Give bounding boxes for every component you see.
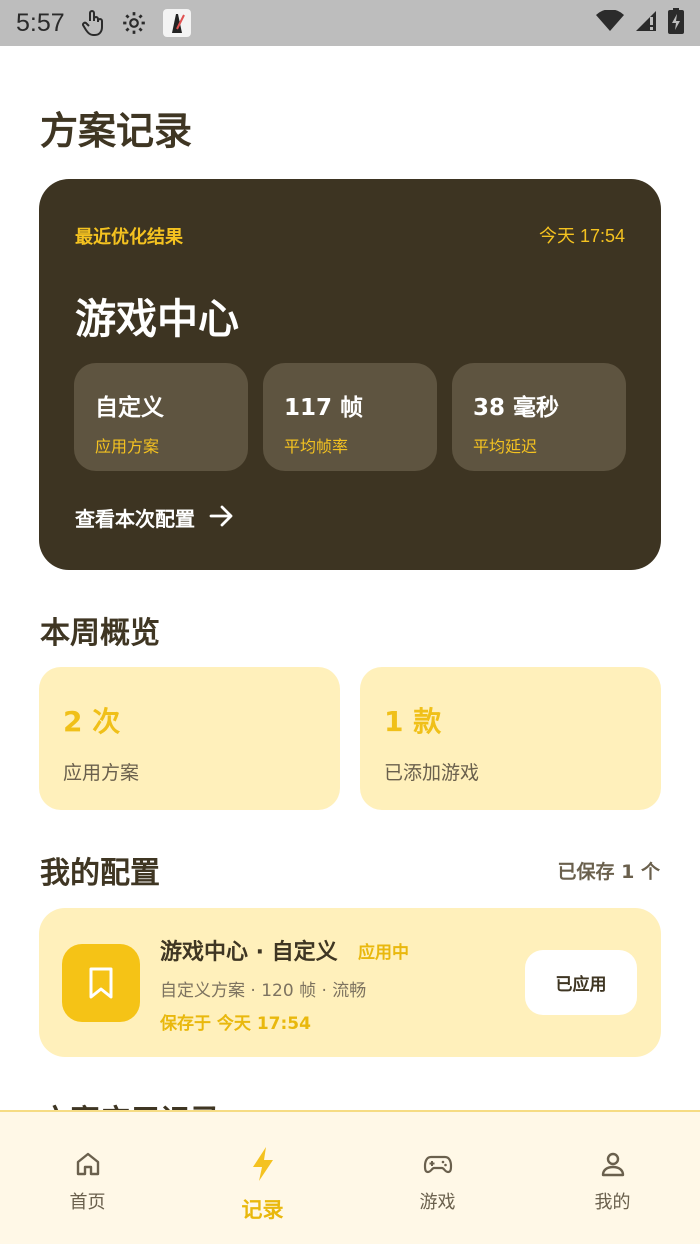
overview-card-games: 1 款 已添加游戏 [360,667,661,810]
stat-value: 117 帧 [284,395,364,421]
lightning-icon [250,1146,276,1186]
status-bar: 5:57 [0,0,700,46]
arrow-right-icon [209,504,235,532]
overview-label: 已添加游戏 [384,762,480,784]
home-icon [74,1150,102,1182]
nav-item-games[interactable]: 游戏 [350,1112,525,1244]
config-status-badge: 应用中 [358,943,409,963]
nav-label: 记录 [241,1198,284,1222]
stat-label: 平均帧率 [284,437,349,456]
config-description: 自定义方案 · 120 帧 · 流畅 [160,981,367,1001]
overview-label: 应用方案 [63,762,140,784]
overview-card-applied: 2 次 应用方案 [39,667,340,810]
overview-value: 1 款 [384,705,442,738]
metronome-app-icon [162,9,191,37]
configs-title: 我的配置 [40,856,160,891]
wifi-icon [596,9,624,36]
bookmark-icon [62,944,140,1022]
gamepad-icon [423,1150,453,1182]
person-icon [599,1150,627,1182]
latest-result-time: 今天 17:54 [538,226,625,246]
config-name: 游戏中心 · 自定义 [160,940,338,965]
latest-result-game: 游戏中心 [75,295,239,343]
nav-item-records[interactable]: 记录 [175,1112,350,1244]
settings-gear-icon [121,10,147,36]
signal-icon [634,9,658,37]
stat-fps: 117 帧 平均帧率 [263,363,437,471]
nav-label: 游戏 [419,1192,456,1213]
latest-result-card: 最近优化结果 今天 17:54 游戏中心 自定义 应用方案 117 帧 平均帧率… [39,179,661,570]
config-item[interactable]: 游戏中心 · 自定义 应用中 自定义方案 · 120 帧 · 流畅 保存于 今天… [39,908,661,1057]
battery-icon [668,8,684,38]
config-saved-time: 保存于 今天 17:54 [160,1014,311,1034]
stat-label: 应用方案 [95,437,160,456]
latest-result-label: 最近优化结果 [75,227,183,248]
stat-value: 38 毫秒 [473,395,560,421]
touch-icon [81,9,105,37]
stat-value: 自定义 [95,395,164,421]
nav-label: 我的 [594,1192,631,1213]
stat-latency: 38 毫秒 平均延迟 [452,363,626,471]
overview-value: 2 次 [63,705,121,738]
status-time: 5:57 [16,8,65,37]
nav-item-home[interactable]: 首页 [0,1112,175,1244]
nav-label: 首页 [69,1192,106,1213]
stat-label: 平均延迟 [473,437,538,456]
overview-title: 本周概览 [40,616,160,651]
view-config-link[interactable]: 查看本次配置 [75,503,235,532]
page-title: 方案记录 [40,109,193,153]
view-config-link-text: 查看本次配置 [75,507,195,531]
stat-scheme: 自定义 应用方案 [74,363,248,471]
bottom-nav: 首页 记录 游戏 我的 [0,1110,700,1244]
saved-count: 已保存 1 个 [557,861,660,883]
applied-button[interactable]: 已应用 [525,950,637,1015]
nav-item-profile[interactable]: 我的 [525,1112,700,1244]
